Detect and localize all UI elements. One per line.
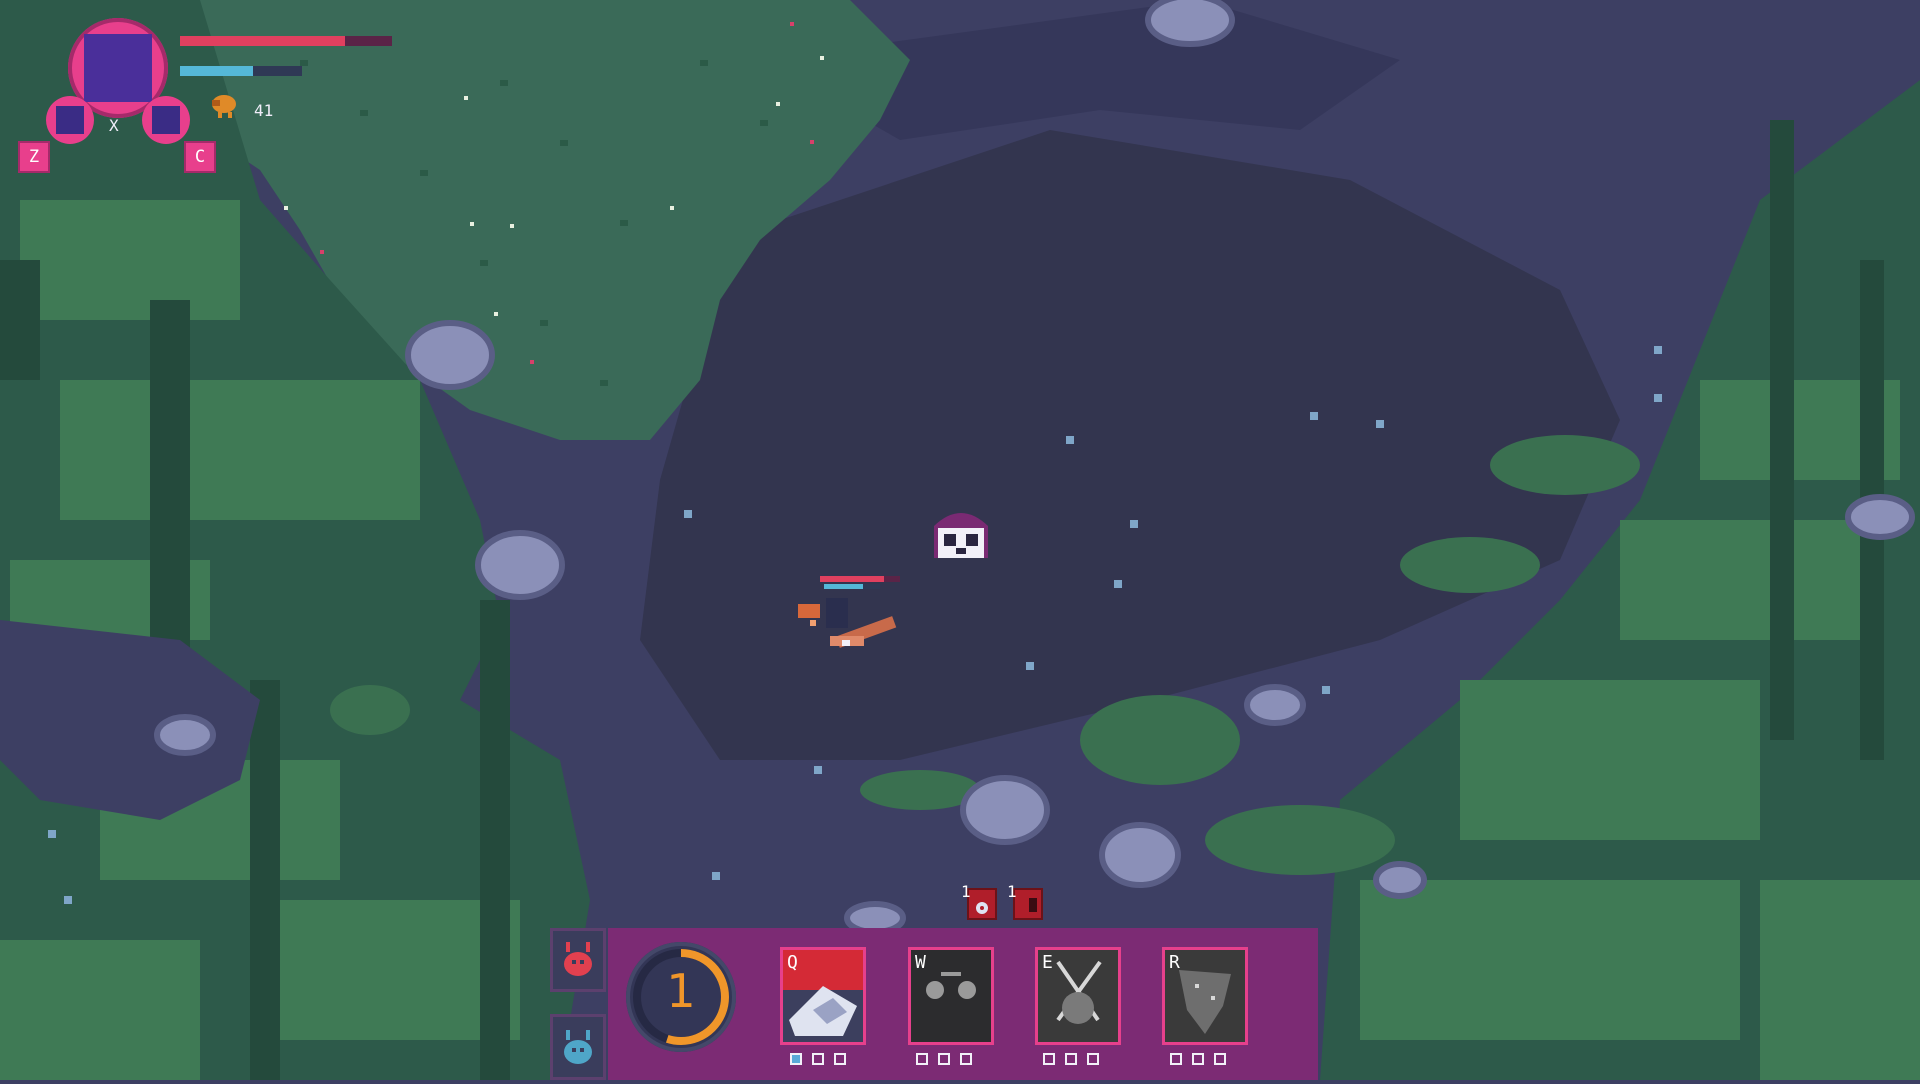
ability-e-charges (1043, 1053, 1099, 1065)
ability-w-charges (916, 1053, 972, 1065)
blue-beetle-icon (564, 1030, 592, 1064)
charge-pip (916, 1053, 928, 1065)
center-slot-key: X (109, 116, 119, 135)
charge-pip (1170, 1053, 1182, 1065)
gear-buff-icon (976, 902, 988, 914)
buff-level: 1 (961, 882, 971, 901)
charge-pip (1087, 1053, 1099, 1065)
beetle-hero-icon (798, 598, 897, 648)
charge-pip (1192, 1053, 1204, 1065)
ability-card-r[interactable]: R (1165, 950, 1245, 1042)
left-slot-key[interactable]: Z (18, 141, 50, 173)
buff-level: 1 (1007, 882, 1017, 901)
species-blue-beetle[interactable] (550, 1014, 606, 1080)
skull-icon (934, 513, 988, 558)
charge-pip (960, 1053, 972, 1065)
ability-card-e[interactable]: E (1038, 950, 1118, 1042)
player-character (790, 574, 910, 666)
skull-enemy[interactable] (926, 506, 996, 570)
ability-q-charges (790, 1053, 846, 1065)
mana-fill (180, 66, 254, 76)
red-beetle-icon (564, 942, 592, 976)
currency-count: 41 (254, 101, 274, 120)
ability-r-charges (1170, 1053, 1226, 1065)
charge-pip (1214, 1053, 1226, 1065)
ability-key: W (915, 952, 926, 973)
right-slot-key[interactable]: C (184, 141, 216, 173)
charge-pip (790, 1053, 802, 1065)
cooldown-dial: 1 (626, 942, 736, 1052)
claw-buff-icon (1029, 898, 1037, 912)
buff-claw[interactable]: 1 (1007, 882, 1043, 920)
mana-bar (180, 66, 302, 76)
charge-pip (1065, 1053, 1077, 1065)
coin-bug-icon (212, 95, 236, 118)
health-fill (180, 36, 346, 46)
species-red-beetle[interactable] (550, 928, 606, 992)
ability-key: R (1169, 952, 1180, 973)
right-ability-slot[interactable] (142, 96, 190, 144)
ability-card-w[interactable]: W (911, 950, 991, 1042)
ability-key: E (1042, 952, 1053, 973)
charge-pip (812, 1053, 824, 1065)
charge-pip (938, 1053, 950, 1065)
left-ability-slot[interactable] (46, 96, 94, 144)
charge-pip (1043, 1053, 1055, 1065)
charge-pip (834, 1053, 846, 1065)
health-bar (180, 36, 392, 46)
ability-card-q[interactable]: Q (783, 950, 863, 1042)
buff-gear[interactable]: 1 (961, 882, 997, 920)
cooldown-value: 1 (666, 964, 696, 1018)
ability-key: Q (787, 952, 798, 973)
